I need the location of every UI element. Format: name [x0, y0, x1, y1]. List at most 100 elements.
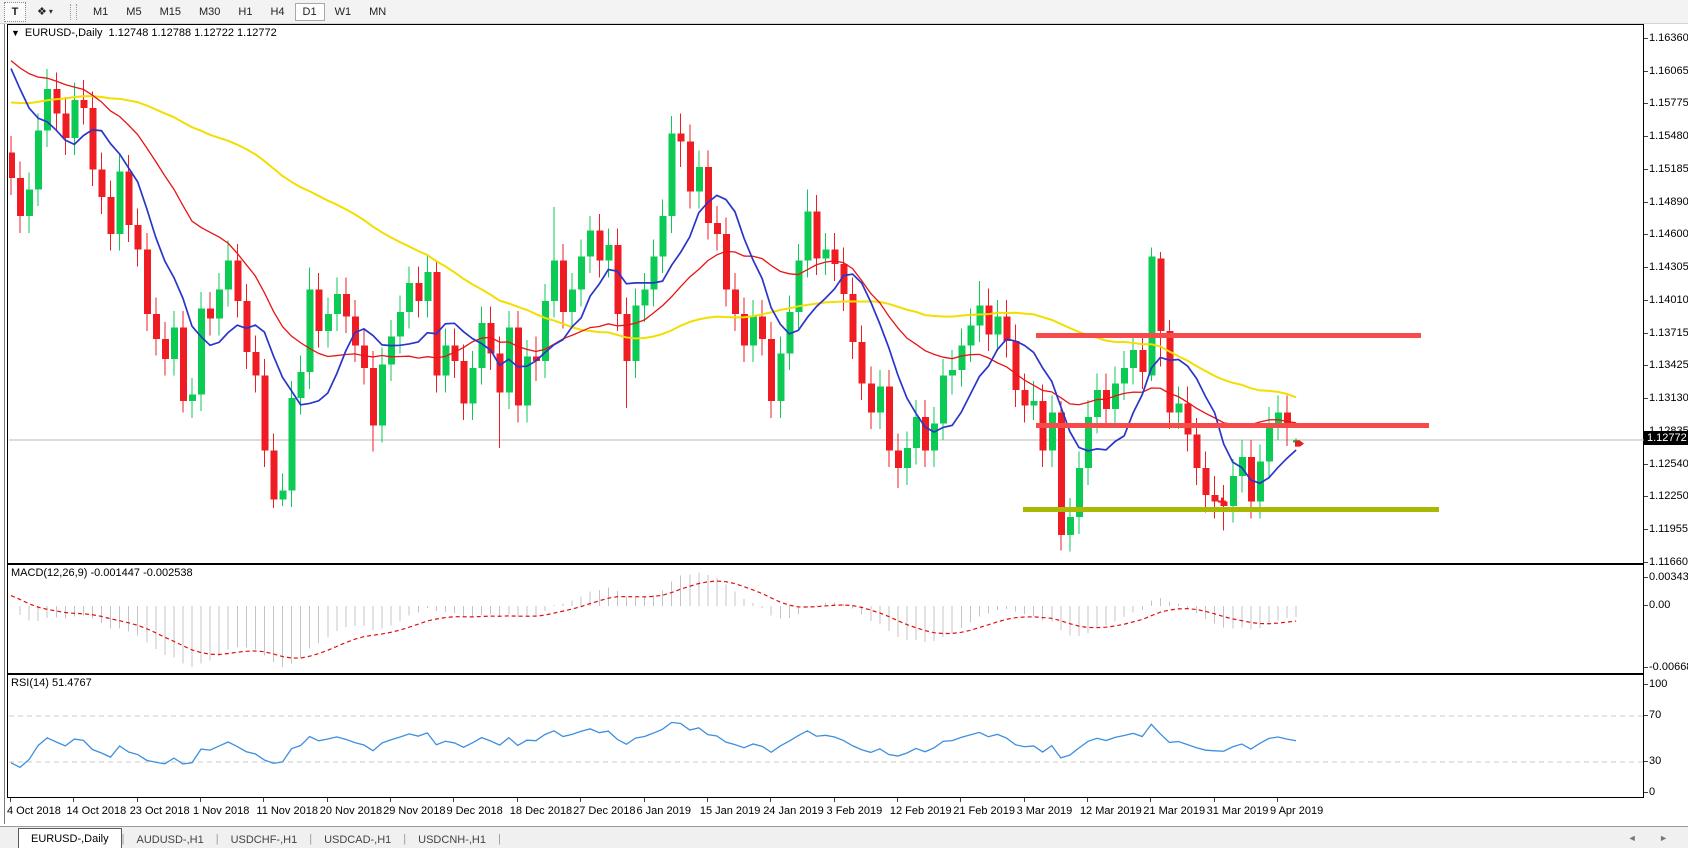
main-chart-pane[interactable]: ▼EURUSD-,Daily1.12748 1.12788 1.12722 1.… [7, 24, 1644, 564]
time-axis-label: 1 Nov 2018 [193, 805, 249, 817]
objects-icon: ❖ [37, 5, 47, 18]
price-chart-canvas[interactable] [9, 26, 1644, 564]
axis-tick [1644, 496, 1648, 497]
macd-label: MACD(12,26,9) -0.001447 -0.002538 [11, 567, 193, 579]
time-axis-label: 12 Mar 2019 [1080, 805, 1142, 817]
time-tick [644, 798, 645, 802]
chart-tab-usdchf-h1[interactable]: USDCHF-,H1 [219, 830, 310, 848]
time-axis-label: 15 Jan 2019 [700, 805, 761, 817]
time-axis-label: 29 Nov 2018 [383, 805, 445, 817]
timeframe-button-h4[interactable]: H4 [262, 3, 292, 21]
time-axis-label: 6 Jan 2019 [637, 805, 691, 817]
price-axis-label: 1.15775 [1649, 97, 1688, 109]
time-tick [1087, 798, 1088, 802]
axis-tick [1644, 234, 1648, 235]
price-arrow-marker[interactable] [1295, 441, 1304, 447]
axis-tick [1644, 562, 1648, 563]
text-tool-button[interactable]: T [4, 2, 26, 22]
time-tick [897, 798, 898, 802]
axis-tick [1644, 103, 1648, 104]
rsi-axis-label: 0 [1649, 786, 1655, 798]
time-tick [834, 798, 835, 802]
price-axis-label: 1.14305 [1649, 261, 1688, 273]
macd-axis-min: -0.006686 [1649, 661, 1688, 673]
rsi-line [11, 722, 1296, 767]
axis-tick [1644, 136, 1648, 137]
chart-tab-usdcnh-h1[interactable]: USDCNH-,H1 [406, 830, 498, 848]
time-tick [327, 798, 328, 802]
chevron-down-icon: ▾ [49, 7, 53, 16]
macd-histogram [11, 573, 1296, 667]
macd-canvas[interactable] [9, 566, 1644, 674]
price-axis-label: 1.15185 [1649, 163, 1688, 175]
timeframe-button-d1[interactable]: D1 [295, 3, 325, 21]
rsi-indicator-pane[interactable]: RSI(14) 51.4767 [7, 674, 1644, 798]
timeframe-button-m5[interactable]: M5 [118, 3, 149, 21]
timeframe-button-m1[interactable]: M1 [85, 3, 116, 21]
timeframe-button-m15[interactable]: M15 [152, 3, 189, 21]
axis-tick [1644, 267, 1648, 268]
axis-tick [1644, 529, 1648, 530]
time-tick [517, 798, 518, 802]
time-tick [10, 798, 11, 802]
timeframe-button-h1[interactable]: H1 [230, 3, 260, 21]
price-axis-label: 1.12250 [1649, 490, 1688, 502]
time-axis-label: 20 Nov 2018 [320, 805, 382, 817]
price-axis[interactable]: 1.163601.160651.157751.154801.151851.148… [1644, 24, 1688, 798]
price-axis-label: 1.14890 [1649, 196, 1688, 208]
timeframe-button-m30[interactable]: M30 [191, 3, 228, 21]
timeframe-button-mn[interactable]: MN [361, 3, 394, 21]
axis-tick [1644, 715, 1648, 716]
symbol-dropdown-icon[interactable]: ▼ [11, 28, 20, 38]
time-tick [453, 798, 454, 802]
time-axis-label: 3 Mar 2019 [1017, 805, 1073, 817]
time-tick [580, 798, 581, 802]
axis-tick [1644, 365, 1648, 366]
rsi-axis-label: 30 [1649, 755, 1661, 767]
price-axis-label: 1.16065 [1649, 65, 1688, 77]
time-tick [73, 798, 74, 802]
time-axis-label: 14 Oct 2018 [66, 805, 126, 817]
time-tick [1024, 798, 1025, 802]
axis-tick [1644, 577, 1648, 578]
axis-tick [1644, 202, 1648, 203]
price-axis-label: 1.11660 [1649, 556, 1688, 568]
timeframe-button-group: M1M5M15M30H1H4D1W1MN [84, 3, 395, 21]
price-axis-label: 1.13130 [1649, 392, 1688, 404]
tab-scroll-arrows[interactable]: ◄ ► [1628, 833, 1678, 843]
rsi-axis-label: 70 [1649, 709, 1661, 721]
mt4-window: { "toolbar": { "text_tool_label": "T", "… [0, 0, 1688, 848]
window-left-edge [4, 24, 5, 824]
timeframe-button-w1[interactable]: W1 [327, 3, 360, 21]
macd-axis-zero: 0.00 [1649, 599, 1670, 611]
chart-tab-usdcad-h1[interactable]: USDCAD-,H1 [312, 830, 403, 848]
chart-tab-bar: EURUSD-,Daily|AUDUSD-,H1|USDCHF-,H1|USDC… [0, 826, 1688, 848]
candles [9, 69, 1300, 552]
time-axis-label: 3 Feb 2019 [827, 805, 883, 817]
price-axis-label: 1.14600 [1649, 228, 1688, 240]
axis-tick [1644, 792, 1648, 793]
time-axis-label: 18 Dec 2018 [510, 805, 572, 817]
time-axis-label: 21 Feb 2019 [953, 805, 1015, 817]
rsi-canvas[interactable] [9, 676, 1644, 798]
time-tick [707, 798, 708, 802]
time-axis[interactable]: 4 Oct 2018 14 Oct 2018 23 Oct 20181 Nov 20… [7, 798, 1644, 826]
toolbar-grip[interactable] [70, 4, 77, 20]
objects-tool-button[interactable]: ❖ ▾ [30, 3, 60, 21]
axis-tick [1644, 398, 1648, 399]
rsi-label: RSI(14) 51.4767 [11, 677, 92, 689]
time-tick [960, 798, 961, 802]
time-axis-label: 9 Apr 2019 [1270, 805, 1323, 817]
time-tick [200, 798, 201, 802]
time-axis-label: 4 Oct 2018 [7, 805, 61, 817]
chart-tab-audusd-h1[interactable]: AUDUSD-,H1 [124, 830, 215, 848]
macd-indicator-pane[interactable]: MACD(12,26,9) -0.001447 -0.002538 [7, 564, 1644, 674]
chart-tab-eurusd-daily[interactable]: EURUSD-,Daily [18, 828, 122, 848]
time-axis-label: 21 Mar 2019 [1143, 805, 1205, 817]
axis-tick [1644, 333, 1648, 334]
time-axis-label: 23 Oct 2018 [130, 805, 190, 817]
axis-tick [1644, 667, 1648, 668]
rsi-axis-label: 100 [1649, 678, 1667, 690]
time-axis-label: 12 Feb 2019 [890, 805, 952, 817]
top-toolbar: T ❖ ▾ M1M5M15M30H1H4D1W1MN [0, 0, 1688, 24]
